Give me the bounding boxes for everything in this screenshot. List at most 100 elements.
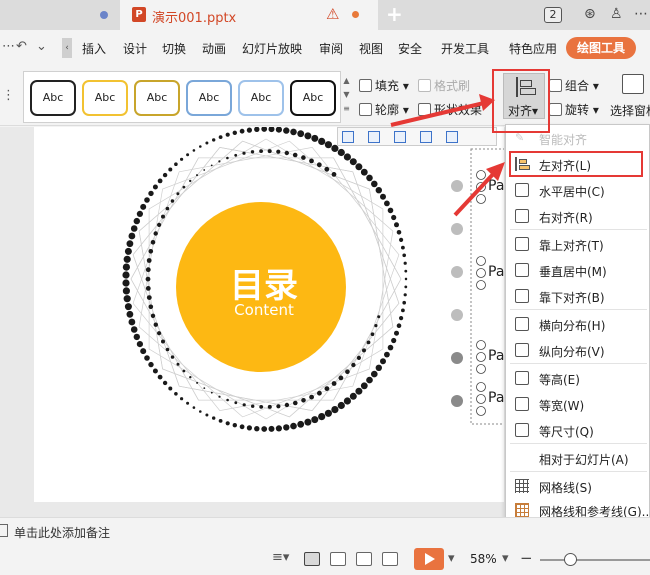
new-tab-button[interactable]: + [386, 2, 403, 26]
cloud-sync-icon[interactable]: ⊛ [584, 6, 596, 22]
tab-review[interactable]: 审阅 [319, 40, 343, 57]
tab-slideshow[interactable]: 幻灯片放映 [242, 40, 302, 57]
notes-pane[interactable]: 单击此处添加备注 [0, 517, 650, 543]
menu-item-align-middle[interactable]: 垂直居中(M) [506, 257, 650, 283]
mini-align-left-icon[interactable] [342, 131, 354, 143]
outline-icon [359, 103, 372, 116]
zoom-out-button[interactable]: − [520, 549, 533, 567]
selection-handle [476, 364, 486, 374]
tab-developer[interactable]: 开发工具 [441, 40, 489, 57]
ring-dot [366, 340, 371, 345]
zoom-slider-track[interactable] [540, 559, 650, 561]
play-options-icon[interactable]: ▾ [448, 551, 455, 566]
ring-dot [261, 127, 268, 132]
skin-icon[interactable]: ♙ [610, 6, 623, 22]
slide-sorter-icon[interactable] [330, 552, 346, 566]
tab-animations[interactable]: 动画 [202, 40, 226, 57]
menu-item-distribute-vertical[interactable]: 纵向分布(V) [506, 337, 650, 363]
ribbon-left-more-icon[interactable]: ⋮ [2, 88, 15, 103]
slide-canvas[interactable]: 目录 Content Pa Pa Pa Pa [34, 127, 504, 502]
menu-item-equal-size[interactable]: 等尺寸(Q) [506, 417, 650, 443]
menu-item-align-right[interactable]: 右对齐(R) [506, 203, 650, 229]
notes-placeholder[interactable]: 单击此处添加备注 [14, 524, 110, 541]
tab-view[interactable]: 视图 [359, 40, 383, 57]
part-label-2[interactable]: Pa [488, 264, 504, 280]
menu-icon[interactable]: ⋯ [2, 39, 15, 54]
menu-item-relative-to-slide[interactable]: 相对于幻灯片(A) [506, 445, 650, 471]
section-bullet-dots [451, 180, 463, 407]
shape-style-5[interactable]: Abc [238, 80, 284, 116]
shape-style-3[interactable]: Abc [134, 80, 180, 116]
mini-align-top-icon[interactable] [420, 131, 432, 143]
notes-toggle-icon[interactable]: ≡▾ [272, 550, 289, 565]
home-tab[interactable] [0, 0, 120, 30]
shape-style-1[interactable]: Abc [30, 80, 76, 116]
zoom-slider-thumb[interactable] [563, 553, 577, 566]
part-label-3[interactable]: Pa [488, 348, 504, 364]
zoom-level[interactable]: 58% [470, 552, 497, 566]
document-tab[interactable]: P 演示001.pptx ⚠ [120, 0, 378, 30]
mini-align-middle-icon[interactable] [446, 131, 458, 143]
normal-view-icon[interactable] [304, 552, 320, 566]
ring-dot [380, 193, 386, 200]
shape-style-4[interactable]: Abc [186, 80, 232, 116]
tab-design[interactable]: 设计 [123, 40, 147, 57]
align-button[interactable]: 对齐▾ [503, 73, 545, 119]
format-brush-button[interactable]: 格式刷 [418, 77, 470, 94]
ribbon-scroll-left-button[interactable]: ‹ [62, 38, 72, 58]
ring-dot [145, 267, 151, 273]
menu-separator [510, 471, 647, 472]
menu-item-align-center[interactable]: 水平居中(C) [506, 177, 650, 203]
part-label-4[interactable]: Pa [488, 390, 504, 406]
shape-effects-button[interactable]: 形状效果 [418, 101, 482, 118]
menu-item-distribute-horizontal[interactable]: 横向分布(H) [506, 311, 650, 337]
customize-dropdown-icon[interactable]: ⌄ [36, 39, 47, 54]
tab-drawing-tools[interactable]: 绘图工具 [566, 37, 636, 59]
window-count-badge[interactable]: 2 [544, 7, 562, 23]
ring-dot [168, 386, 173, 391]
tab-special-features[interactable]: 特色应用 [509, 40, 557, 57]
slide-subtitle[interactable]: Content [220, 301, 308, 319]
ring-dot [162, 172, 168, 178]
ring-dot [337, 148, 345, 157]
ring-dot [242, 403, 246, 407]
slide-title[interactable]: 目录 [220, 258, 308, 307]
presenter-view-icon[interactable] [382, 552, 398, 566]
ring-dot [297, 130, 305, 138]
menu-label: 等尺寸(Q) [539, 425, 594, 439]
menu-item-align-bottom[interactable]: 靠下对齐(B) [506, 283, 650, 309]
rotate-button[interactable]: 旋转 ▾ [549, 101, 599, 118]
shape-style-6[interactable]: Abc [290, 80, 336, 116]
warning-icon[interactable]: ⚠ [326, 5, 339, 23]
ring-dot [128, 318, 136, 326]
tab-transitions[interactable]: 切换 [162, 40, 186, 57]
play-slideshow-button[interactable] [414, 548, 444, 570]
group-button[interactable]: 组合 ▾ [549, 77, 599, 94]
more-icon[interactable]: ⋯ [634, 6, 648, 22]
tab-security[interactable]: 安全 [398, 40, 422, 57]
menu-item-align-left[interactable]: 左对齐(L) [509, 151, 643, 177]
menu-item-gridlines[interactable]: 网格线(S) [506, 473, 650, 499]
menu-item-equal-width[interactable]: 等宽(W) [506, 391, 650, 417]
mini-align-center-icon[interactable] [368, 131, 380, 143]
ring-dot [210, 164, 213, 167]
ring-dot [218, 160, 221, 163]
gallery-scroll-icon[interactable]: ▲ ▼ ≡ [342, 74, 351, 120]
zoom-dropdown-icon[interactable]: ▾ [502, 551, 509, 566]
ring-dot [290, 128, 297, 136]
menu-item-equal-height[interactable]: 等高(E) [506, 365, 650, 391]
menu-item-align-top[interactable]: 靠上对齐(T) [506, 231, 650, 257]
shape-style-2[interactable]: Abc [82, 80, 128, 116]
fill-button[interactable]: 填充 ▾ [359, 77, 409, 94]
ring-dot [394, 222, 399, 228]
mini-align-right-icon[interactable] [394, 131, 406, 143]
ring-dot [316, 162, 322, 168]
ring-dot [146, 295, 152, 300]
ring-dot [318, 137, 326, 145]
tab-insert[interactable]: 插入 [82, 40, 106, 57]
align-right-icon [515, 209, 529, 223]
reading-view-icon[interactable] [356, 552, 372, 566]
part-label-1[interactable]: Pa [488, 178, 504, 194]
outline-button[interactable]: 轮廓 ▾ [359, 101, 409, 118]
undo-icon[interactable]: ↶ [16, 39, 27, 54]
